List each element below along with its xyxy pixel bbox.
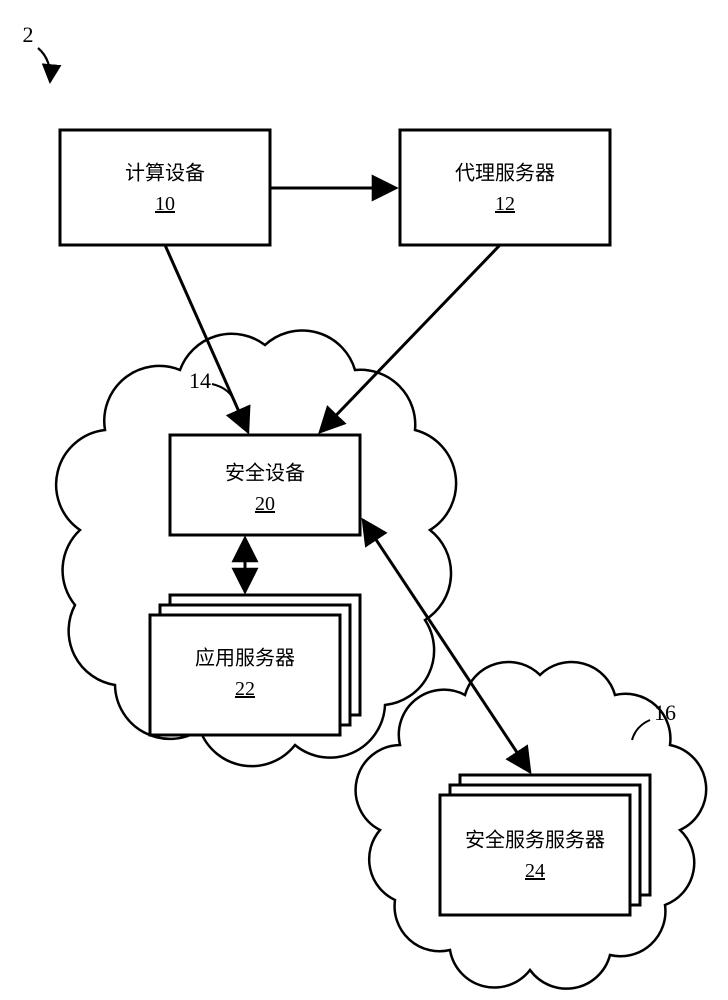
security-device-num: 20: [255, 493, 275, 515]
sec-service-stack: 安全服务服务器 24: [440, 775, 650, 915]
proxy-server-box: 代理服务器 12: [400, 130, 610, 245]
figure-ref-text: 2: [23, 22, 34, 47]
app-server-label: 应用服务器: [195, 647, 295, 670]
proxy-server-num: 12: [495, 193, 515, 215]
security-device-box: 安全设备 20: [170, 435, 360, 535]
proxy-server-label: 代理服务器: [455, 162, 555, 185]
sec-service-label: 安全服务服务器: [465, 829, 605, 852]
computing-device-box: 计算设备 10: [60, 130, 270, 245]
system-diagram: 2 计算设备 10 代理服务器 12 14 安全设备 20 应用: [0, 0, 728, 1000]
sec-service-num: 24: [525, 860, 545, 882]
figure-ref-arrow: [38, 48, 50, 82]
computing-device-num: 10: [155, 193, 175, 215]
app-server-num: 22: [235, 678, 255, 700]
figure-ref: 2: [23, 22, 51, 82]
security-device-label: 安全设备: [225, 462, 305, 485]
computing-device-label: 计算设备: [125, 162, 205, 185]
app-server-stack: 应用服务器 22: [150, 595, 360, 735]
cloud-b-label: 16: [654, 700, 676, 725]
cloud-a-label: 14: [189, 368, 211, 393]
